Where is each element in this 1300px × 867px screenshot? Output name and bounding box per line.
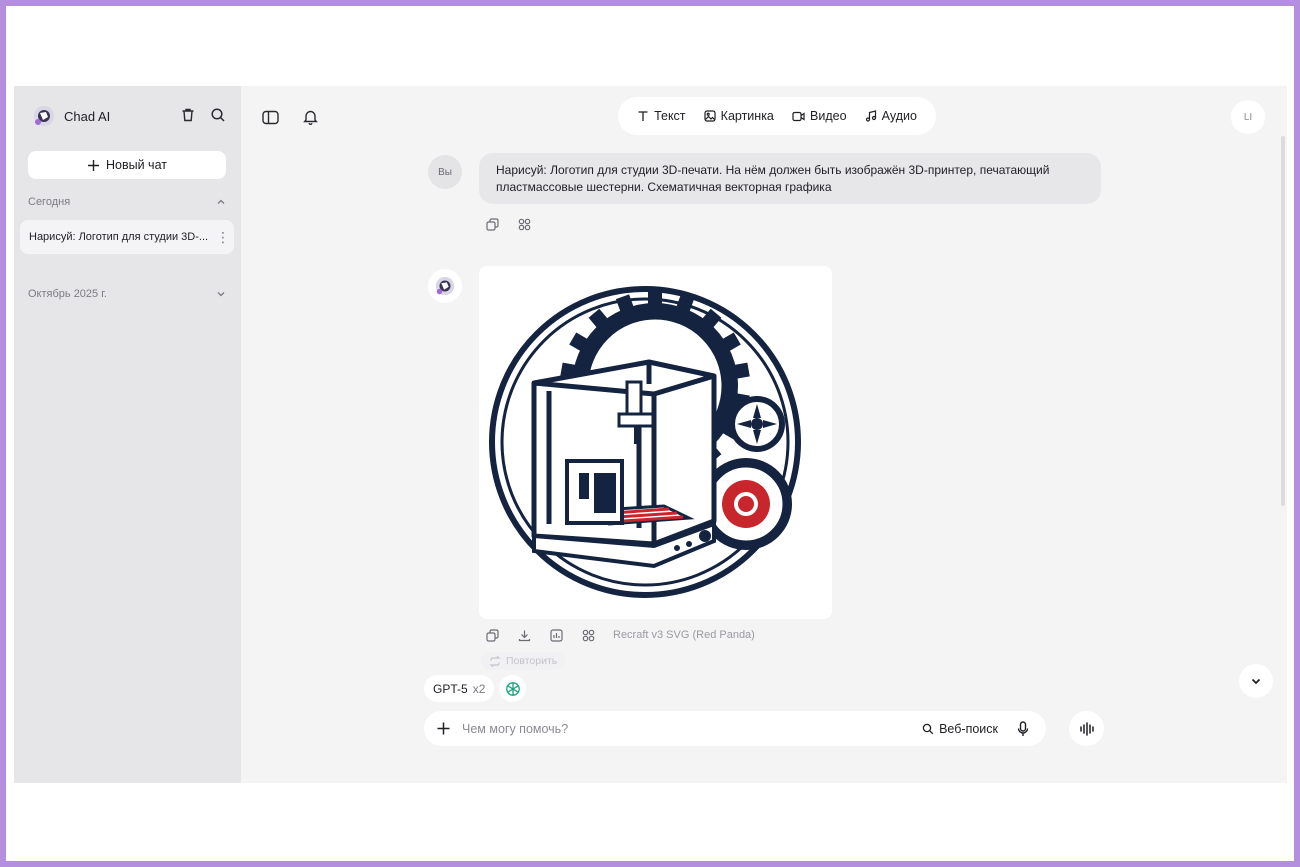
waveform-icon (1079, 721, 1094, 736)
chat-item[interactable]: Нарисуй: Логотип для студии 3D-... ⋮ (20, 220, 234, 254)
brand-name: Chad AI (64, 108, 111, 124)
more-vertical-icon[interactable]: ⋮ (212, 230, 234, 244)
bell-icon[interactable] (301, 108, 319, 126)
gallery-icon[interactable] (549, 628, 563, 642)
search-icon (922, 723, 934, 734)
text-icon (638, 111, 648, 121)
music-icon (865, 110, 876, 122)
openai-plugin-button[interactable] (499, 675, 526, 702)
image-model-label: Recraft v3 SVG (Red Panda) (613, 629, 755, 641)
message-input[interactable] (462, 721, 923, 736)
scroll-down-button[interactable] (1239, 664, 1273, 698)
new-chat-button[interactable]: Новый чат (28, 151, 226, 179)
attach-plus-icon[interactable] (434, 720, 452, 738)
chad-logo-icon (435, 276, 455, 296)
microphone-icon[interactable] (1014, 720, 1032, 738)
mode-text-label: Текст (654, 109, 686, 123)
user-message-avatar: Вы (428, 155, 462, 189)
mode-image[interactable]: Картинка (704, 109, 774, 123)
scrollbar[interactable] (1281, 136, 1285, 506)
brand[interactable]: Chad AI (32, 104, 110, 128)
mode-text[interactable]: Текст (637, 109, 686, 123)
chat-main: Текст Картинка Видео Аудио LI Вы Нарисуй… (241, 86, 1287, 783)
user-avatar-button[interactable]: LI (1231, 100, 1265, 134)
message-composer: Веб-поиск (424, 711, 1046, 746)
user-message-text: Нарисуй: Логотип для студии 3D-печати. Н… (496, 163, 1050, 194)
grid-icon[interactable] (581, 628, 595, 642)
repeat-icon (489, 655, 501, 667)
mode-image-label: Картинка (720, 109, 774, 123)
web-search-button[interactable]: Веб-поиск (922, 722, 998, 736)
mode-video-label: Видео (810, 109, 847, 123)
search-icon[interactable] (209, 106, 227, 124)
model-multiplier: x2 (472, 681, 486, 696)
user-message-actions (485, 217, 531, 231)
plus-icon (88, 159, 99, 171)
video-icon (792, 111, 805, 121)
mode-video[interactable]: Видео (792, 109, 847, 123)
sidebar-toggle-icon[interactable] (261, 108, 279, 126)
openai-icon (505, 681, 520, 696)
chevron-down-icon (217, 292, 225, 297)
new-chat-label: Новый чат (106, 158, 167, 172)
mode-audio-label: Аудио (881, 109, 917, 123)
copy-icon[interactable] (485, 217, 499, 231)
sidebar-actions (179, 106, 227, 124)
bot-message-actions: Recraft v3 SVG (Red Panda) (485, 628, 755, 642)
copy-icon[interactable] (485, 628, 499, 642)
web-search-label: Веб-поиск (939, 721, 998, 736)
voice-mode-button[interactable] (1069, 711, 1104, 746)
retry-button[interactable]: Повторить (481, 652, 566, 670)
user-initials: LI (1243, 111, 1253, 123)
bot-avatar (428, 269, 462, 303)
user-message-bubble: Нарисуй: Логотип для студии 3D-печати. Н… (479, 153, 1101, 204)
model-name: GPT-5 (433, 681, 468, 696)
chad-logo-icon (34, 106, 54, 126)
retry-label: Повторить (506, 655, 558, 667)
section-today-title: Сегодня (28, 196, 71, 208)
section-october-title: Октябрь 2025 г. (28, 288, 107, 300)
grid-icon[interactable] (517, 217, 531, 231)
app-window: Chad AI Новый чат Сегодня Нарисуй: Логот… (14, 86, 1287, 783)
generated-image[interactable] (479, 266, 832, 619)
mode-audio[interactable]: Аудио (865, 109, 917, 123)
image-icon (704, 110, 716, 122)
section-october[interactable]: Октябрь 2025 г. (28, 288, 226, 300)
chat-item-label: Нарисуй: Логотип для студии 3D-... (29, 231, 209, 243)
model-selector[interactable]: GPT-5 x2 (424, 675, 495, 702)
printer-gear-logo-image (489, 286, 801, 598)
chevron-down-icon (1251, 678, 1261, 685)
mode-switcher: Текст Картинка Видео Аудио (618, 97, 936, 135)
trash-icon[interactable] (179, 106, 197, 124)
top-left-actions (261, 108, 319, 126)
sidebar: Chad AI Новый чат Сегодня Нарисуй: Логот… (14, 86, 241, 783)
user-avatar-label: Вы (438, 166, 452, 178)
section-today[interactable]: Сегодня (28, 196, 226, 208)
chevron-up-icon (217, 199, 225, 204)
download-icon[interactable] (517, 628, 531, 642)
